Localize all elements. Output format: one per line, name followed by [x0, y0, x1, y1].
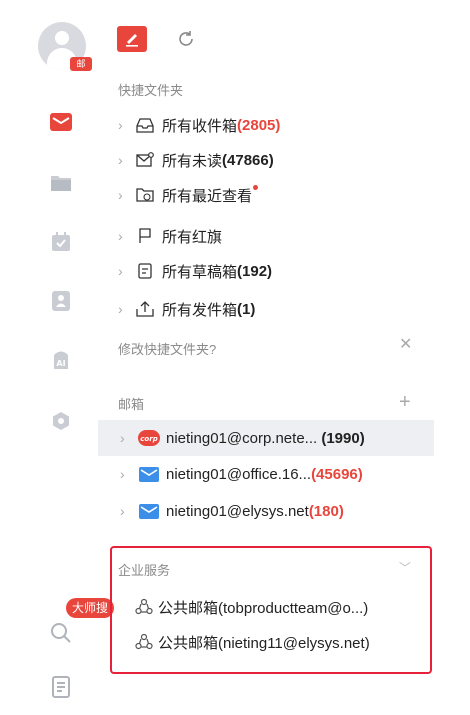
- edit-quick-folders-link[interactable]: 修改快捷文件夹?: [118, 339, 216, 358]
- svg-text:AI: AI: [56, 359, 65, 368]
- folder-label: 所有发件箱: [162, 301, 238, 319]
- mailbox-row[interactable]: › nieting01@elysys.net (180): [98, 493, 434, 529]
- public-mailbox-item[interactable]: 公共邮箱(tobproductteam@o...): [134, 595, 368, 619]
- folder-label: 所有草稿箱: [162, 263, 238, 281]
- mailbox-count: (45696): [311, 465, 363, 483]
- mail-nav-icon[interactable]: [50, 111, 72, 133]
- mailbox-count: (1990): [321, 429, 365, 447]
- outbox-icon: [136, 300, 154, 318]
- chevron-right-icon: ›: [118, 263, 123, 279]
- chevron-right-icon: ›: [118, 187, 123, 203]
- quick-folder-flagged[interactable]: › 所有红旗: [118, 221, 222, 251]
- mail-icon: [138, 503, 160, 519]
- quick-folder-outbox[interactable]: › 所有发件箱 (1): [118, 294, 255, 324]
- add-mailbox-icon[interactable]: +: [399, 391, 411, 414]
- unread-icon: [136, 151, 154, 169]
- calendar-nav-icon[interactable]: [50, 231, 72, 253]
- chevron-right-icon: ›: [120, 466, 125, 482]
- avatar-badge: 邮: [70, 57, 92, 71]
- quick-folder-recent[interactable]: › 所有最近查看: [118, 180, 259, 210]
- folder-count: (2805): [237, 116, 281, 134]
- chevron-right-icon: ›: [120, 503, 125, 519]
- mailbox-address: nieting01@corp.nete...: [166, 429, 318, 447]
- mailbox-row[interactable]: › nieting01@office.16... (45696): [98, 456, 434, 492]
- folder-count: (192): [237, 262, 273, 280]
- public-mailbox-label: 公共邮箱(nieting11@elysys.net): [158, 634, 370, 652]
- public-mailbox-label: 公共邮箱(tobproductteam@o...): [158, 599, 369, 617]
- pencil-icon: [126, 34, 138, 47]
- corp-icon: corp: [138, 430, 160, 446]
- mailbox-address: nieting01@elysys.net: [166, 502, 309, 520]
- flag-icon: [136, 227, 154, 245]
- master-search-tag[interactable]: 大师搜: [66, 598, 115, 618]
- folder-count: (47866): [222, 151, 274, 169]
- recent-folder-icon: [136, 186, 154, 204]
- mailbox-count: (180): [308, 502, 344, 520]
- search-icon[interactable]: [50, 622, 72, 644]
- folder-nav-icon[interactable]: [50, 172, 72, 194]
- mail-icon: [138, 466, 160, 482]
- ai-nav-icon[interactable]: AI: [50, 349, 72, 371]
- mailbox-address: nieting01@office.16...: [166, 465, 312, 483]
- folder-label: 所有收件箱: [162, 117, 238, 135]
- inbox-icon: [136, 116, 154, 134]
- quick-folder-unread[interactable]: › 所有未读 (47866): [118, 145, 274, 175]
- chevron-right-icon: ›: [118, 228, 123, 244]
- new-dot: [253, 184, 259, 190]
- mailbox-row[interactable]: › corp nieting01@corp.nete... (1990): [98, 420, 434, 456]
- apps-nav-icon[interactable]: [50, 410, 72, 432]
- folder-count: (1): [237, 300, 256, 318]
- svg-text:corp: corp: [140, 435, 157, 443]
- draft-icon: [136, 262, 154, 280]
- compose-button[interactable]: [117, 26, 147, 52]
- public-mailbox-icon: [134, 632, 154, 652]
- enterprise-services-title: 企业服务: [118, 563, 171, 578]
- public-mailbox-icon: [134, 597, 154, 617]
- contacts-nav-icon[interactable]: [50, 290, 72, 312]
- chevron-right-icon: ›: [118, 117, 123, 133]
- close-icon[interactable]: ✕: [399, 334, 412, 354]
- mailboxes-title: 邮箱: [118, 397, 145, 412]
- notes-icon[interactable]: [50, 676, 72, 698]
- refresh-icon: [179, 31, 193, 46]
- chevron-down-icon[interactable]: ﹀: [399, 559, 411, 576]
- chevron-right-icon: ›: [120, 430, 125, 446]
- quick-folders-title: 快捷文件夹: [118, 83, 184, 98]
- quick-folder-inbox[interactable]: › 所有收件箱 (2805): [118, 110, 280, 140]
- folder-label: 所有最近查看: [162, 187, 253, 205]
- folder-label: 所有未读: [162, 152, 223, 170]
- folder-label: 所有红旗: [162, 228, 223, 246]
- refresh-button[interactable]: [174, 27, 198, 51]
- quick-folder-drafts[interactable]: › 所有草稿箱 (192): [118, 256, 272, 286]
- chevron-right-icon: ›: [118, 152, 123, 168]
- chevron-right-icon: ›: [118, 301, 123, 317]
- public-mailbox-item[interactable]: 公共邮箱(nieting11@elysys.net): [134, 630, 370, 654]
